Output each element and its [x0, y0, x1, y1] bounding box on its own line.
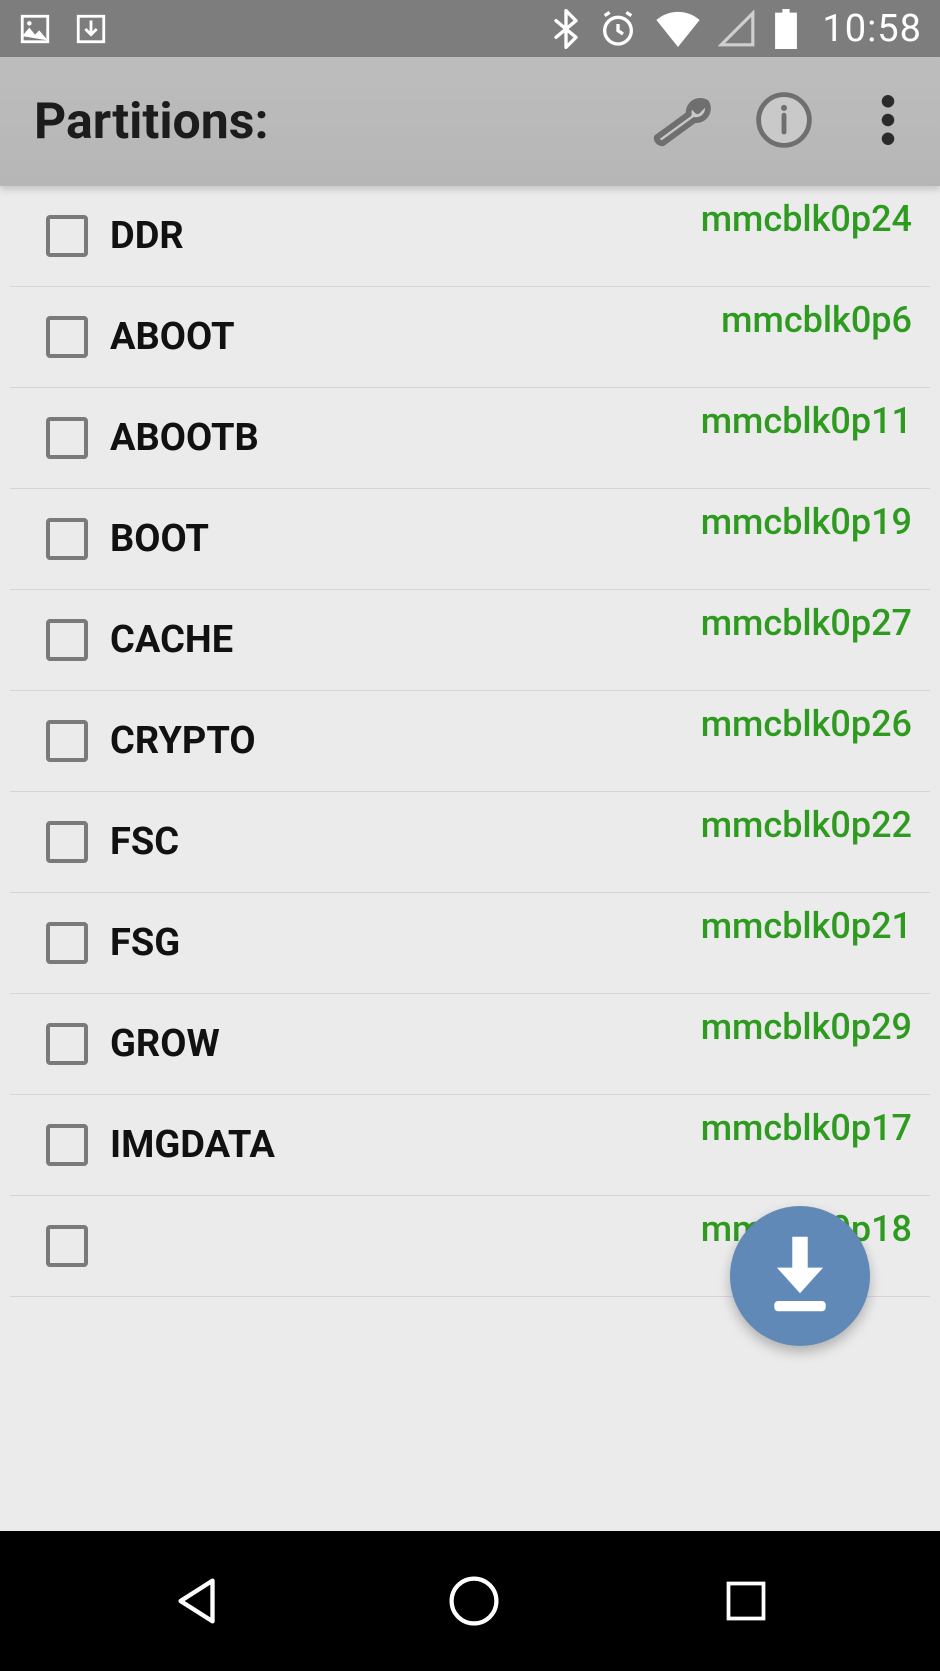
download-icon — [74, 12, 108, 46]
page-title: Partitions: — [34, 93, 269, 151]
partition-checkbox[interactable] — [46, 1225, 88, 1267]
recents-square-icon — [721, 1576, 771, 1626]
overflow-menu-button[interactable] — [856, 90, 920, 154]
status-clock: 10:58 — [822, 7, 922, 51]
partition-row[interactable]: DDR mmcblk0p24 — [10, 186, 930, 287]
partition-row[interactable]: FSC mmcblk0p22 — [10, 792, 930, 893]
partition-row[interactable]: IMGDATA mmcblk0p17 — [10, 1095, 930, 1196]
partition-name: GROW — [110, 1022, 220, 1066]
back-triangle-icon — [169, 1572, 227, 1630]
cell-signal-icon — [718, 10, 756, 48]
partition-checkbox[interactable] — [46, 215, 88, 257]
recents-button[interactable] — [721, 1576, 771, 1626]
status-bar-right: 10:58 — [552, 7, 922, 51]
partition-device: mmcblk0p24 — [701, 186, 914, 240]
partition-checkbox[interactable] — [46, 417, 88, 459]
partition-device: mmcblk0p26 — [701, 691, 914, 745]
partition-checkbox[interactable] — [46, 922, 88, 964]
home-circle-icon — [446, 1573, 502, 1629]
partition-device: mmcblk0p21 — [701, 893, 914, 947]
partition-name: CACHE — [110, 618, 233, 662]
app-bar: Partitions: — [0, 57, 940, 186]
partition-name: ABOOTB — [110, 416, 259, 460]
partition-device: mmcblk0p29 — [701, 994, 914, 1048]
partition-device: mmcblk0p27 — [701, 590, 914, 644]
partition-checkbox[interactable] — [46, 1124, 88, 1166]
partition-checkbox[interactable] — [46, 316, 88, 358]
partition-row[interactable]: CACHE mmcblk0p27 — [10, 590, 930, 691]
partition-name: BOOT — [110, 517, 209, 561]
bluetooth-icon — [552, 9, 580, 49]
download-fab[interactable] — [730, 1206, 870, 1346]
partition-row[interactable]: FSG mmcblk0p21 — [10, 893, 930, 994]
partition-name: DDR — [110, 214, 184, 258]
partition-name: CRYPTO — [110, 719, 256, 763]
partition-device: mmcblk0p6 — [721, 287, 914, 341]
partition-row[interactable]: ABOOT mmcblk0p6 — [10, 287, 930, 388]
wrench-icon — [645, 92, 715, 152]
partition-checkbox[interactable] — [46, 821, 88, 863]
back-button[interactable] — [169, 1572, 227, 1630]
download-arrow-icon — [760, 1229, 840, 1323]
picture-icon — [18, 12, 52, 46]
alarm-icon — [598, 9, 638, 49]
screen: 10:58 Partitions: — [0, 0, 940, 1671]
info-button[interactable] — [752, 90, 816, 154]
partition-name: FSG — [110, 921, 180, 965]
partition-name: IMGDATA — [110, 1123, 275, 1167]
partition-device: mmcblk0p22 — [701, 792, 914, 846]
partition-checkbox[interactable] — [46, 518, 88, 560]
info-icon — [755, 91, 813, 153]
system-nav-bar — [0, 1531, 940, 1671]
partition-checkbox[interactable] — [46, 720, 88, 762]
partition-row[interactable]: BOOT mmcblk0p19 — [10, 489, 930, 590]
partition-device: mmcblk0p17 — [701, 1095, 914, 1149]
settings-button[interactable] — [648, 90, 712, 154]
partition-list-container: DDR mmcblk0p24 ABOOT mmcblk0p6 ABOOTB mmcblk0… — [0, 186, 940, 1421]
partition-device: mmcblk0p11 — [701, 388, 914, 442]
partition-row[interactable]: GROW mmcblk0p29 — [10, 994, 930, 1095]
bottom-gap — [0, 1421, 940, 1531]
partition-device: mmcblk0p19 — [701, 489, 914, 543]
battery-icon — [774, 9, 798, 49]
partition-row[interactable]: ABOOTB mmcblk0p11 — [10, 388, 930, 489]
status-bar-left — [18, 12, 108, 46]
status-bar: 10:58 — [0, 0, 940, 57]
partition-row[interactable]: CRYPTO mmcblk0p26 — [10, 691, 930, 792]
home-button[interactable] — [446, 1573, 502, 1629]
more-vert-icon — [881, 95, 895, 149]
partition-list[interactable]: DDR mmcblk0p24 ABOOT mmcblk0p6 ABOOTB mmcblk0… — [0, 186, 940, 1297]
wifi-icon — [656, 11, 700, 47]
partition-checkbox[interactable] — [46, 619, 88, 661]
partition-name: FSC — [110, 820, 179, 864]
partition-checkbox[interactable] — [46, 1023, 88, 1065]
partition-name: ABOOT — [110, 315, 235, 359]
